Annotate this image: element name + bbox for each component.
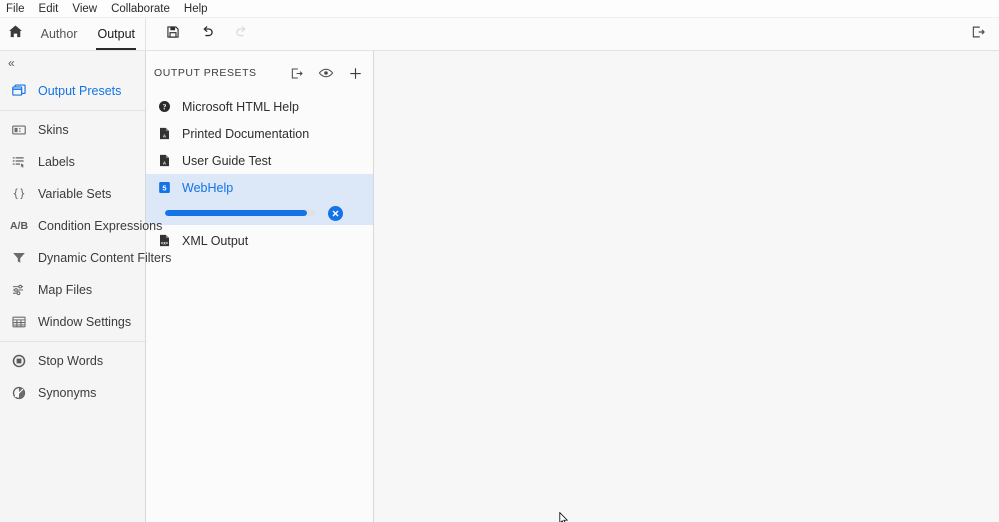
panel-title: OUTPUT PRESETS [154, 67, 257, 79]
home-button[interactable] [0, 18, 31, 51]
menu-edit[interactable]: Edit [39, 0, 59, 18]
window-settings-icon [10, 313, 28, 331]
sign-out-icon [970, 24, 986, 45]
sidebar-item-label: Output Presets [38, 84, 122, 98]
sidebar-item-label: Variable Sets [38, 187, 112, 201]
home-icon [8, 24, 23, 44]
preset-list: ? Microsoft HTML Help A Printed Document… [146, 89, 373, 254]
redo-icon [234, 24, 249, 44]
cancel-build-button[interactable] [328, 205, 343, 221]
sidebar-item-label: Synonyms [38, 386, 97, 400]
sidebar-collapse-row: « [0, 51, 145, 75]
pdf-document-icon: A [156, 125, 173, 142]
condition-expressions-icon: A/B [10, 217, 28, 235]
preset-item-printed-documentation[interactable]: A Printed Documentation [146, 120, 373, 147]
panel-header: OUTPUT PRESETS [146, 57, 373, 89]
application-window: File Edit View Collaborate Help Author O… [0, 0, 999, 522]
menu-collaborate[interactable]: Collaborate [111, 0, 170, 18]
preset-item-label: XML Output [182, 233, 249, 248]
sidebar-item-synonyms[interactable]: Synonyms [0, 377, 145, 409]
workspace: « Output Presets Skins Labels Variable S… [0, 51, 999, 522]
preset-group: ? Microsoft HTML Help [146, 93, 373, 120]
preset-group: A User Guide Test [146, 147, 373, 174]
pdf-document-icon: A [156, 152, 173, 169]
sign-out-button[interactable] [965, 22, 991, 48]
preset-item-xml-output[interactable]: <x> XML Output [146, 227, 373, 254]
save-icon [166, 25, 180, 44]
sidebar-item-label: Window Settings [38, 315, 132, 329]
toolbar-actions [146, 21, 254, 47]
html5-icon: 5 [156, 179, 173, 196]
preview-eye-icon[interactable] [318, 65, 334, 81]
sidebar-item-label: Dynamic Content Filters [38, 251, 172, 265]
sidebar-item-skins[interactable]: Skins [0, 114, 145, 146]
sidebar-item-output-presets[interactable]: Output Presets [0, 75, 145, 107]
preset-item-webhelp[interactable]: 5 WebHelp [146, 174, 373, 201]
sidebar-divider-2 [0, 341, 145, 342]
preset-item-label: Printed Documentation [182, 126, 310, 141]
add-preset-icon[interactable] [348, 66, 363, 81]
variable-sets-icon [10, 185, 28, 203]
preset-item-microsoft-html-help[interactable]: ? Microsoft HTML Help [146, 93, 373, 120]
sidebar-item-dynamic-content-filters[interactable]: Dynamic Content Filters [0, 242, 171, 274]
mouse-cursor [559, 511, 569, 522]
output-presets-panel: OUTPUT PRESETS ? Microsoft HTML Help A P… [146, 51, 374, 522]
redo-button[interactable] [228, 21, 254, 47]
menu-view[interactable]: View [72, 0, 97, 18]
sidebar-item-label: Stop Words [38, 354, 104, 368]
toolbar-tab-group: Author Output [0, 17, 146, 51]
synonyms-icon [10, 384, 28, 402]
left-sidebar: « Output Presets Skins Labels Variable S… [0, 51, 171, 522]
tab-output-label: Output [97, 27, 135, 41]
main-canvas: WebHelp i Indexing references Dismiss [374, 51, 999, 522]
sidebar-item-label: Map Files [38, 283, 93, 297]
sidebar-item-stop-words[interactable]: Stop Words [0, 345, 145, 377]
sidebar-item-label: Labels [38, 155, 75, 169]
preset-progress-bar [165, 210, 316, 216]
map-files-icon [10, 281, 28, 299]
menu-help[interactable]: Help [184, 0, 208, 18]
preset-item-label: User Guide Test [182, 153, 272, 168]
tab-output[interactable]: Output [87, 18, 145, 51]
sidebar-item-labels[interactable]: Labels [0, 146, 145, 178]
preset-progress-row [146, 201, 373, 225]
sidebar-item-map-files[interactable]: Map Files [0, 274, 145, 306]
save-button[interactable] [160, 21, 186, 47]
labels-icon [10, 153, 28, 171]
undo-button[interactable] [194, 21, 220, 47]
sidebar-item-window-settings[interactable]: Window Settings [0, 306, 145, 338]
chm-help-icon: ? [156, 98, 173, 115]
xml-document-icon: <x> [156, 232, 173, 249]
preset-item-user-guide-test[interactable]: A User Guide Test [146, 147, 373, 174]
toolbar-right [965, 18, 991, 51]
sidebar-item-condition-expressions[interactable]: A/B Condition Expressions [0, 210, 162, 242]
panel-header-actions [289, 65, 363, 81]
main-toolbar: Author Output [0, 17, 999, 51]
preset-progress-fill [165, 210, 307, 216]
output-presets-icon [10, 82, 28, 100]
stop-words-icon [10, 352, 28, 370]
menu-file[interactable]: File [6, 0, 25, 18]
collapse-sidebar-button[interactable]: « [8, 57, 15, 69]
preset-item-label: Microsoft HTML Help [182, 99, 299, 114]
svg-text:5: 5 [162, 184, 166, 193]
sidebar-item-label: Skins [38, 123, 69, 137]
ab-label: A/B [9, 220, 29, 232]
svg-text:?: ? [163, 103, 167, 112]
preset-group-selected: 5 WebHelp [146, 174, 373, 225]
preset-group: A Printed Documentation [146, 120, 373, 147]
sidebar-item-label: Condition Expressions [38, 219, 163, 233]
preset-item-label: WebHelp [182, 180, 234, 195]
undo-icon [200, 24, 215, 44]
tab-author-label: Author [40, 27, 78, 41]
tab-author[interactable]: Author [31, 18, 88, 51]
publish-icon[interactable] [289, 66, 304, 81]
skins-icon [10, 121, 28, 139]
sidebar-item-variable-sets[interactable]: Variable Sets [0, 178, 145, 210]
svg-text:<x>: <x> [161, 241, 169, 246]
dynamic-content-filters-icon [10, 249, 28, 267]
sidebar-divider-1 [0, 110, 145, 111]
menu-bar: File Edit View Collaborate Help [0, 0, 999, 18]
preset-group: <x> XML Output [146, 227, 373, 254]
